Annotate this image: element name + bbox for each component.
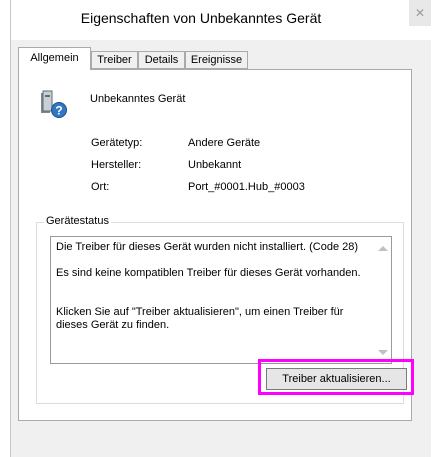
title-bar: Eigenschaften von Unbekanntes Gerät ✕ [11, 0, 431, 40]
manufacturer-label: Hersteller: [91, 159, 142, 171]
tab-allgemein[interactable]: Allgemein [18, 47, 91, 70]
device-name: Unbekanntes Gerät [90, 93, 186, 105]
scroll-up-arrow-icon[interactable] [378, 246, 388, 251]
location-label: Ort: [91, 181, 110, 193]
window-title: Eigenschaften von Unbekanntes Gerät [80, 10, 322, 26]
device-type-value: Andere Geräte [188, 137, 261, 149]
status-scrollbar[interactable] [375, 237, 391, 363]
close-icon: ✕ [414, 6, 426, 20]
status-line-instruction: Klicken Sie auf "Treiber aktualisieren",… [56, 306, 344, 331]
status-line-no-driver: Es sind keine kompatiblen Treiber für di… [56, 267, 361, 279]
device-type-label: Gerätetyp: [91, 137, 143, 149]
device-status-text: Die Treiber für dieses Gerät wurden nich… [56, 241, 374, 332]
device-status-textbox[interactable]: Die Treiber für dieses Gerät wurden nich… [50, 236, 392, 364]
tab-ereignisse[interactable]: Ereignisse [185, 51, 248, 69]
manufacturer-value: Unbekannt [188, 159, 242, 171]
status-line-code: Die Treiber für dieses Gerät wurden nich… [56, 241, 359, 253]
unknown-device-icon: ? [41, 90, 67, 118]
location-value: Port_#0001.Hub_#0003 [188, 181, 305, 193]
scroll-down-arrow-icon[interactable] [378, 350, 388, 355]
tab-treiber[interactable]: Treiber [91, 51, 138, 69]
update-driver-button[interactable]: Treiber aktualisieren... [266, 368, 407, 390]
close-button[interactable]: ✕ [409, 0, 431, 26]
device-status-label: Gerätestatus [44, 215, 111, 227]
tab-details[interactable]: Details [138, 51, 185, 69]
svg-text:?: ? [55, 104, 62, 118]
